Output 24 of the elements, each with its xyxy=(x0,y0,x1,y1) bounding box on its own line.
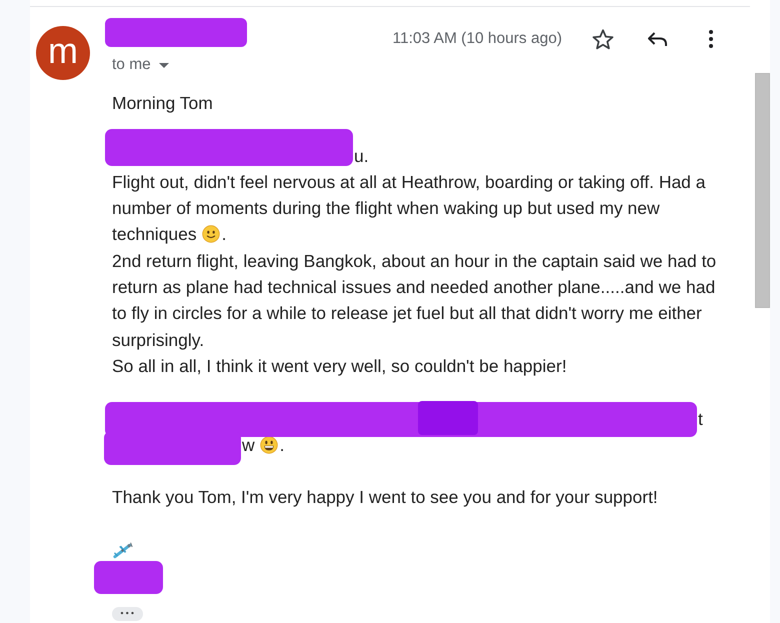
airplane-icon xyxy=(112,542,133,560)
message-text: techniques xyxy=(112,224,197,244)
reply-icon xyxy=(648,32,666,46)
recipient-details-button[interactable]: to me xyxy=(112,55,169,75)
message-text: w xyxy=(242,434,255,455)
message-text: So all in all, I think it went very well, so couldn't be happier! xyxy=(112,356,567,376)
more-vertical-icon xyxy=(709,30,713,48)
smiling-face-icon xyxy=(202,225,220,244)
message-text: Thank you Tom, I'm very happy I went to see you and for your support! xyxy=(112,487,658,508)
message-text: number of moments during the flight when waking up but used my new xyxy=(112,198,660,218)
message-text: Morning Tom xyxy=(112,93,213,113)
message-text: . xyxy=(222,224,227,244)
grinning-face-icon xyxy=(260,436,278,454)
message-text: Flight out, didn't feel nervous at all at Heathrow, boarding or taking off. Had a xyxy=(112,172,706,192)
show-trimmed-content-button[interactable]: ••• xyxy=(112,606,143,621)
message-text: u. xyxy=(354,146,369,166)
message-text: . xyxy=(280,434,285,455)
scrollbar-thumb[interactable] xyxy=(755,73,770,308)
redaction-mark xyxy=(94,561,163,594)
avatar: m xyxy=(36,26,90,80)
message-text: 2nd return flight, leaving Bangkok, about an hour in the captain said we had to return as plane had technical issues and needed another plane.....and we had to fly in circles for a while to release jet fuel but all that didn't worry me either surprisingly. xyxy=(112,250,716,350)
message-text: t xyxy=(698,408,703,429)
timestamp: 11:03 AM (10 hours ago) xyxy=(392,30,562,48)
caret-icon xyxy=(158,62,169,68)
